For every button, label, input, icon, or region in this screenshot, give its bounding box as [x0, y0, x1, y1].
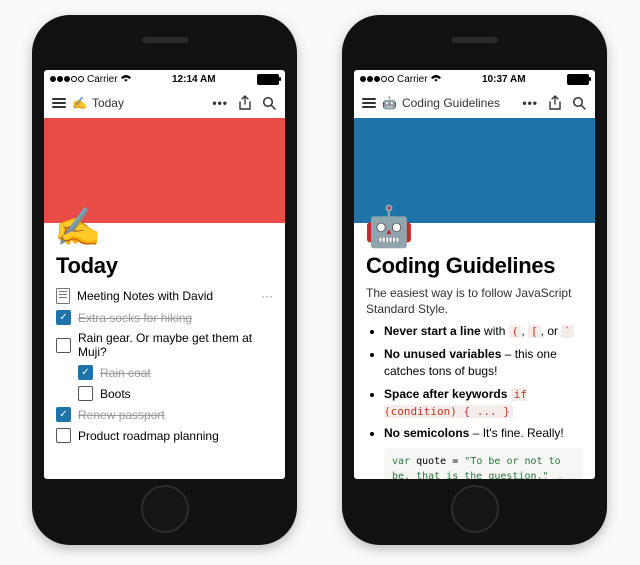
phone-frame-right: Carrier 10:37 AM 🤖 Coding Guidelines •••	[342, 15, 607, 545]
page-cover[interactable]: 🤖	[354, 118, 595, 223]
list-item[interactable]: Product roadmap planning	[56, 425, 273, 446]
page-emoji-icon: 🤖	[382, 96, 397, 110]
more-icon[interactable]: •••	[212, 96, 228, 110]
carrier-label: Carrier	[87, 74, 118, 85]
bullet-bold: Space after keywords	[384, 387, 507, 401]
page-body: Today Meeting Notes with David ··· ✓ Ext…	[44, 223, 285, 452]
list-item[interactable]: No unused variables – this one catches t…	[384, 346, 583, 381]
page-emoji-icon: ✍️	[72, 96, 87, 110]
code-ident: quote	[416, 456, 446, 467]
code-lang-label[interactable]: JavaScript	[544, 475, 577, 479]
code-inline: (	[509, 325, 522, 338]
page-icon	[56, 288, 70, 304]
checkbox-icon[interactable]	[56, 338, 71, 353]
item-text: Product roadmap planning	[78, 429, 273, 443]
page-body: Coding Guidelines The easiest way is to …	[354, 223, 595, 479]
page-icon[interactable]: 🤖	[364, 207, 414, 247]
breadcrumb[interactable]: 🤖 Coding Guidelines	[382, 96, 522, 110]
wifi-icon	[431, 75, 441, 83]
list-item[interactable]: No semicolons – It's fine. Really!	[384, 425, 583, 442]
status-bar: Carrier 10:37 AM	[354, 70, 595, 88]
bullet-bold: No semicolons	[384, 426, 469, 440]
search-icon[interactable]	[572, 96, 587, 111]
nav-title-label: Coding Guidelines	[402, 96, 500, 110]
checkbox-icon[interactable]	[56, 428, 71, 443]
page-title[interactable]: Coding Guidelines	[366, 253, 583, 279]
item-text: Boots	[100, 387, 273, 401]
more-icon[interactable]: •••	[522, 96, 538, 110]
item-text: Rain coat	[100, 366, 273, 380]
list-item[interactable]: Rain gear. Or maybe get them at Muji?	[56, 328, 273, 362]
signal-dots-icon	[50, 76, 84, 82]
code-inline: [	[528, 325, 541, 338]
phone-frame-left: Carrier 12:14 AM ✍️ Today •••	[32, 15, 297, 545]
page-title[interactable]: Today	[56, 253, 273, 279]
clock-label: 12:14 AM	[172, 74, 216, 85]
code-block[interactable]: var quote = "To be or not to be, that is…	[384, 448, 583, 479]
nav-bar: 🤖 Coding Guidelines •••	[354, 88, 595, 118]
list-item[interactable]: Never start a line with (, [, or `	[384, 323, 583, 340]
item-text: Renew passport	[78, 408, 273, 422]
bullet-bold: No unused variables	[384, 347, 501, 361]
battery-icon	[567, 74, 589, 85]
share-icon[interactable]	[548, 95, 562, 111]
hamburger-icon[interactable]	[362, 98, 376, 108]
bullet-list: Never start a line with (, [, or ` No un…	[366, 323, 583, 442]
phone-speaker	[142, 37, 188, 43]
signal-dots-icon	[360, 76, 394, 82]
page-cover[interactable]: ✍️	[44, 118, 285, 223]
checkbox-icon[interactable]	[78, 386, 93, 401]
screen-right: Carrier 10:37 AM 🤖 Coding Guidelines •••	[354, 70, 595, 479]
item-text: Meeting Notes with David	[77, 289, 254, 303]
breadcrumb[interactable]: ✍️ Today	[72, 96, 212, 110]
clock-label: 10:37 AM	[482, 74, 526, 85]
list-item[interactable]: ✓ Extra socks for hiking	[56, 307, 273, 328]
list-item[interactable]: Meeting Notes with David ···	[56, 285, 273, 307]
code-inline: `	[561, 325, 574, 338]
list-item[interactable]: Space after keywords if (condition) { ..…	[384, 386, 583, 421]
share-icon[interactable]	[238, 95, 252, 111]
item-text: Extra socks for hiking	[78, 311, 273, 325]
home-button[interactable]	[141, 485, 189, 533]
code-keyword: var	[392, 456, 410, 467]
list-item[interactable]: ✓ Renew passport	[56, 404, 273, 425]
page-icon[interactable]: ✍️	[54, 209, 101, 247]
nav-title-label: Today	[92, 96, 124, 110]
nav-bar: ✍️ Today •••	[44, 88, 285, 118]
hamburger-icon[interactable]	[52, 98, 66, 108]
screen-left: Carrier 12:14 AM ✍️ Today •••	[44, 70, 285, 479]
status-bar: Carrier 12:14 AM	[44, 70, 285, 88]
search-icon[interactable]	[262, 96, 277, 111]
phone-speaker	[452, 37, 498, 43]
bullet-bold: Never start a line	[384, 324, 481, 338]
checkbox-checked-icon[interactable]: ✓	[56, 310, 71, 325]
home-button[interactable]	[451, 485, 499, 533]
wifi-icon	[121, 75, 131, 83]
checkbox-checked-icon[interactable]: ✓	[78, 365, 93, 380]
checkbox-checked-icon[interactable]: ✓	[56, 407, 71, 422]
item-more-icon[interactable]: ···	[261, 289, 273, 303]
carrier-label: Carrier	[397, 74, 428, 85]
battery-icon	[257, 74, 279, 85]
list-item[interactable]: Boots	[56, 383, 273, 404]
item-text: Rain gear. Or maybe get them at Muji?	[78, 331, 273, 359]
list-item[interactable]: ✓ Rain coat	[56, 362, 273, 383]
intro-text[interactable]: The easiest way is to follow JavaScript …	[366, 285, 583, 317]
